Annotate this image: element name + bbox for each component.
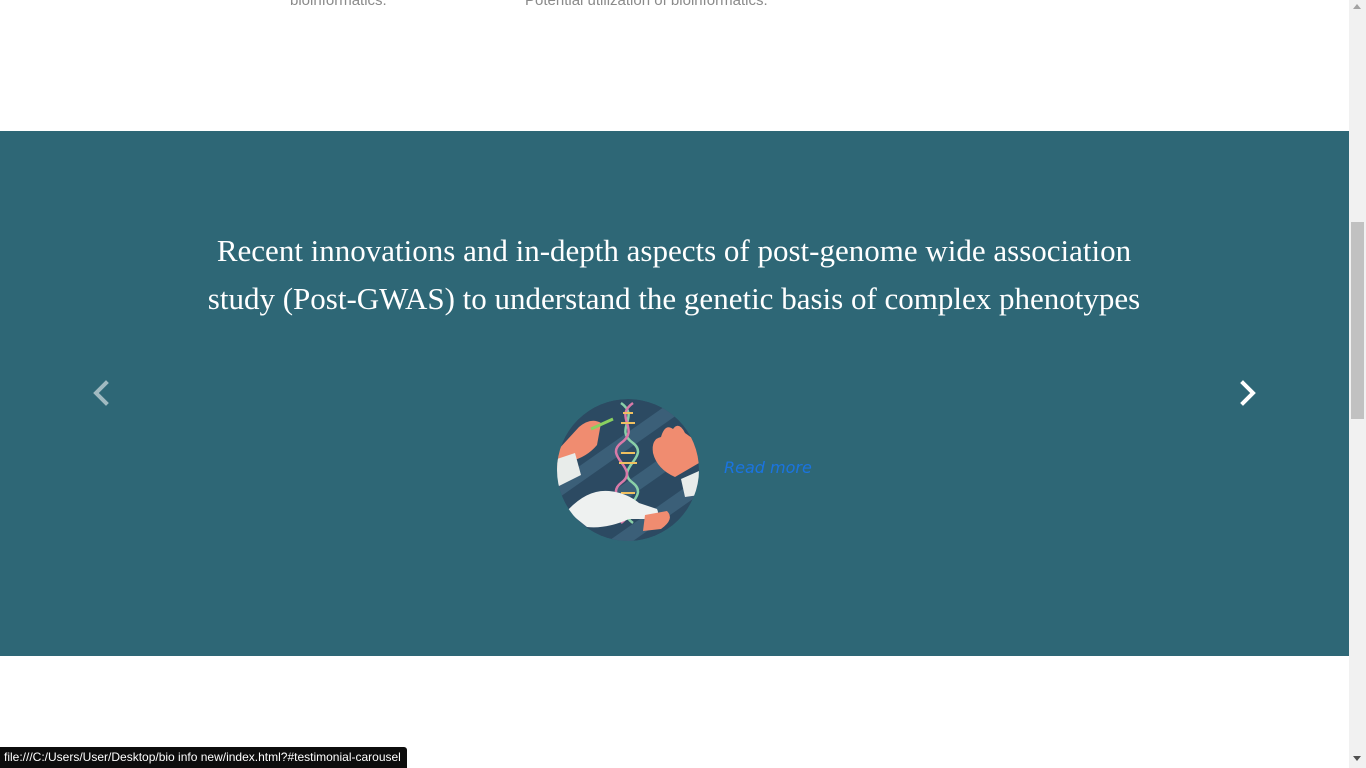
dna-hands-illustration	[557, 399, 699, 541]
scroll-up-arrow-icon[interactable]	[1353, 4, 1361, 9]
chevron-right-icon	[1240, 380, 1256, 406]
previous-card-text: Potential utilization of bioinformatics.	[525, 0, 768, 9]
read-more-link[interactable]: Read more	[724, 458, 812, 477]
scroll-down-arrow-icon[interactable]	[1353, 756, 1361, 761]
testimonial-carousel: Recent innovations and in-depth aspects …	[0, 131, 1349, 656]
scrollbar-thumb[interactable]	[1351, 222, 1364, 419]
page: bioinformatics. Potential utilization of…	[0, 0, 1349, 768]
vertical-scrollbar[interactable]	[1349, 0, 1366, 768]
carousel-next-button[interactable]	[1236, 379, 1260, 407]
carousel-prev-button[interactable]	[89, 379, 113, 407]
chevron-left-icon	[93, 380, 109, 406]
previous-card-text: bioinformatics.	[290, 0, 387, 9]
status-bar-url: file:///C:/Users/User/Desktop/bio info n…	[0, 747, 407, 768]
slide-title: Recent innovations and in-depth aspects …	[207, 233, 1141, 316]
